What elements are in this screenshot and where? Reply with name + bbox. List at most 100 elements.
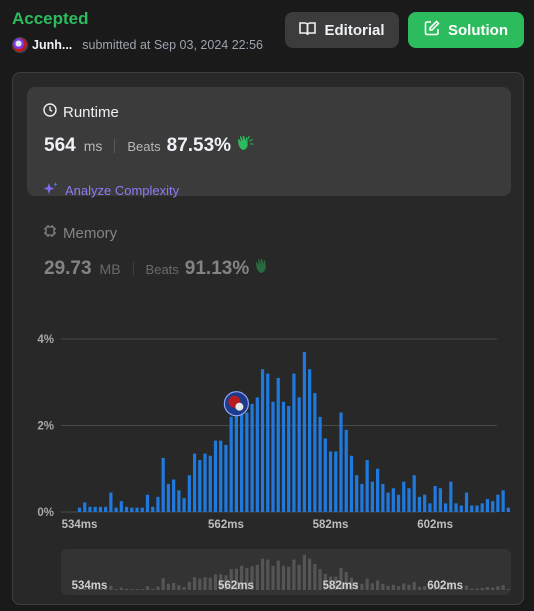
minimap-bar [130,589,134,590]
minimap-bar [464,585,469,590]
histogram-bar [83,502,87,512]
minimap-bar [381,583,385,590]
histogram-bar [428,503,432,512]
histogram-bar [234,414,238,512]
minimap-bar [308,558,312,590]
minimap-bar [360,583,364,590]
minimap-bar [187,581,191,590]
histogram-bar [370,481,374,512]
y-tick-label: 0% [37,507,54,519]
minimap-bar [402,583,406,590]
histogram-bar [93,506,97,512]
histogram-bar [485,499,490,512]
histogram-bar [124,506,129,512]
histogram-bar [423,494,427,512]
minimap-bar [135,589,139,590]
minimap-bar [260,558,265,590]
histogram-bar [151,506,155,512]
your-submission-avatar-marker[interactable] [223,391,249,417]
histogram-bar [177,490,181,512]
histogram-bar [402,481,406,512]
minimap-bar [140,589,144,590]
histogram-bar [438,488,442,512]
minimap-bar [491,587,495,590]
minimap-bar [302,554,306,590]
histogram-bar [172,479,176,512]
minimap-bar [114,589,118,590]
histogram-bar [240,401,244,512]
minimap-bar [151,588,155,590]
histogram-bar [166,483,171,512]
minimap-bar [501,585,505,590]
histogram-bar [130,507,134,512]
minimap-bar [292,559,296,590]
histogram-bar [323,438,327,512]
minimap-bar [109,585,113,590]
minimap-bar [182,586,186,590]
minimap-bar [470,588,474,590]
minimap-bar [370,583,374,590]
histogram-bar [381,483,385,512]
histogram-bar [360,483,364,512]
histogram-bar [339,412,343,512]
histogram-bar [386,492,390,512]
minimap-x-label: 534ms [72,580,108,592]
histogram-bar [140,507,144,512]
minimap-bar [407,584,411,590]
histogram-bar [376,468,380,512]
histogram-bar [219,440,223,512]
minimap-bar [208,577,212,590]
histogram-bar [276,377,280,512]
minimap-bar [213,574,218,590]
minimap-bar [297,564,301,590]
histogram-bar [145,494,150,512]
x-tick-label: 602ms [417,519,453,531]
minimap-bar [313,563,317,590]
y-tick-label: 4% [37,334,54,346]
runtime-distribution-chart[interactable]: 534ms 562ms 582ms 602ms 4% 2% 0% 534ms 562ms 582… [0,0,534,611]
histogram-bar [444,503,448,512]
histogram-bar [313,393,317,512]
histogram-bar [412,475,416,512]
minimap-bar [203,577,207,590]
histogram-bar [506,507,510,512]
histogram-bar [349,455,354,512]
minimap-bar [391,584,395,590]
histogram-bar [501,490,505,512]
histogram-bar [266,373,270,512]
histogram-bar [292,373,296,512]
histogram-bar [454,503,458,512]
histogram-bar [308,369,312,512]
histogram-bar [475,505,479,512]
minimap-bar [255,564,259,590]
minimap-bar [496,586,500,590]
histogram-bar [182,498,186,512]
histogram-bar [208,455,212,512]
minimap-bar [480,588,484,590]
histogram-bar [491,501,495,512]
histogram-bar [135,507,139,512]
histogram-bar [334,451,338,512]
histogram-bar [297,397,301,512]
histogram-bar [281,401,286,512]
histogram-bar [198,460,202,512]
histogram-bar [302,351,306,512]
minimap-bar [156,586,160,590]
minimap-bar [417,586,422,590]
histogram-bar [496,494,500,512]
histogram-bar [104,506,108,512]
histogram-bar [328,451,333,512]
minimap-bar [318,569,322,590]
minimap-x-label: 562ms [218,580,254,592]
histogram-bar [260,369,265,512]
minimap-bar [396,586,401,590]
histogram-bar [187,475,191,512]
histogram-bar [407,488,411,512]
minimap-bar [161,578,165,590]
histogram-bar [480,503,484,512]
histogram-bar [213,440,218,512]
histogram-bar [344,429,348,512]
minimap-bar [412,581,416,590]
histogram-bar [203,453,207,512]
histogram-bar [114,507,118,512]
